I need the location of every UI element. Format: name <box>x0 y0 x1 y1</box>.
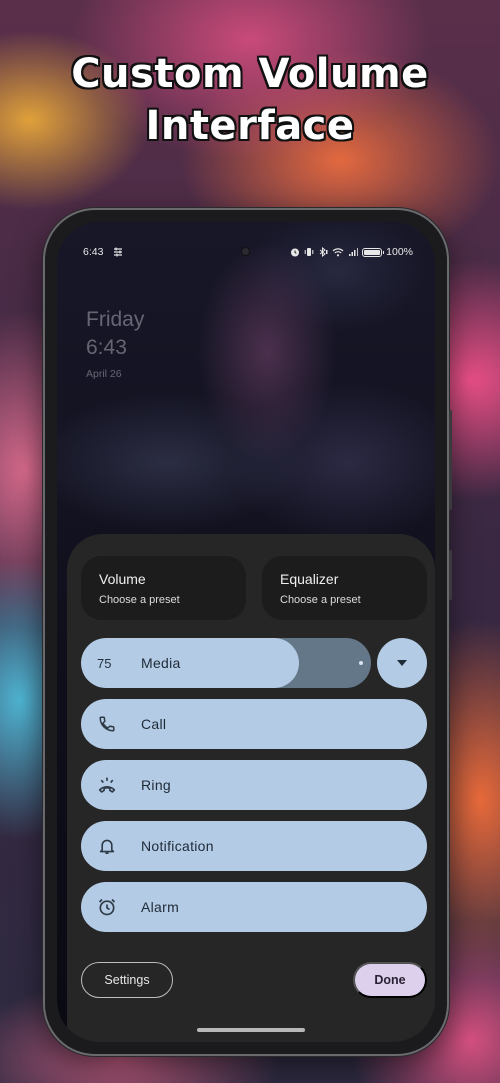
caret-down-icon <box>396 654 408 672</box>
slider-end-dot <box>359 661 363 665</box>
phone-icon <box>97 714 117 734</box>
alarm-clock-icon <box>97 897 117 917</box>
volume-preset-card[interactable]: Volume Choose a preset <box>81 556 246 620</box>
lock-day: Friday <box>86 308 145 331</box>
panel-footer: Settings Done <box>81 962 427 998</box>
ringing-phone-icon <box>97 775 117 795</box>
status-time: 6:43 <box>83 246 104 258</box>
settings-button[interactable]: Settings <box>81 962 173 998</box>
notification-row: Notification <box>81 821 427 871</box>
preset-subtitle: Choose a preset <box>280 594 361 606</box>
media-row: 75 Media <box>81 638 427 688</box>
slider-label: Ring <box>141 777 171 793</box>
slider-label: Alarm <box>141 899 180 915</box>
headline-line-2: Interface <box>145 103 355 149</box>
promo-headline: Custom Volume Interface <box>0 48 500 152</box>
home-indicator[interactable] <box>197 1028 305 1032</box>
phone-screen: 6:43 100% Friday 6:43 April 26 Volume Ch… <box>57 222 435 1042</box>
phone-frame: 6:43 100% Friday 6:43 April 26 Volume Ch… <box>43 208 452 1056</box>
alarm-volume-slider[interactable]: Alarm <box>81 882 427 932</box>
power-button <box>449 410 452 510</box>
ring-row: Ring <box>81 760 427 810</box>
alarm-icon <box>290 247 300 257</box>
bluetooth-icon <box>318 247 328 257</box>
lock-time: 6:43 <box>86 336 127 359</box>
equalizer-preset-card[interactable]: Equalizer Choose a preset <box>262 556 427 620</box>
preset-cards: Volume Choose a preset Equalizer Choose … <box>81 556 427 620</box>
headline-line-1: Custom Volume <box>71 51 429 97</box>
vibrate-icon <box>304 247 314 257</box>
slider-label: Call <box>141 716 167 732</box>
bell-icon <box>97 836 117 856</box>
preset-title: Equalizer <box>280 571 339 587</box>
lockscreen-clock: Friday 6:43 April 26 <box>86 306 144 383</box>
battery-percent: 100% <box>386 246 413 258</box>
call-volume-slider[interactable]: Call <box>81 699 427 749</box>
media-volume-value: 75 <box>97 655 112 671</box>
media-volume-slider[interactable]: 75 Media <box>81 638 371 688</box>
preset-title: Volume <box>99 571 146 587</box>
status-bar: 6:43 100% <box>83 244 413 260</box>
volume-rocker <box>449 550 452 600</box>
done-button[interactable]: Done <box>353 962 427 998</box>
battery-fill <box>364 249 381 255</box>
lock-date: April 26 <box>86 368 122 380</box>
wifi-icon <box>332 247 344 257</box>
notification-volume-slider[interactable]: Notification <box>81 821 427 871</box>
slider-label: Notification <box>141 838 214 854</box>
volume-sliders: 75 Media Call Ring Notification Alarm <box>81 638 427 943</box>
ring-volume-slider[interactable]: Ring <box>81 760 427 810</box>
slider-label: Media <box>141 655 181 671</box>
call-row: Call <box>81 699 427 749</box>
expand-button[interactable] <box>377 638 427 688</box>
alarm-row: Alarm <box>81 882 427 932</box>
preset-subtitle: Choose a preset <box>99 594 180 606</box>
equalizer-settings-icon <box>113 247 123 257</box>
volume-panel: Volume Choose a preset Equalizer Choose … <box>67 534 435 1042</box>
signal-icon <box>348 247 358 257</box>
battery-icon <box>362 247 385 257</box>
